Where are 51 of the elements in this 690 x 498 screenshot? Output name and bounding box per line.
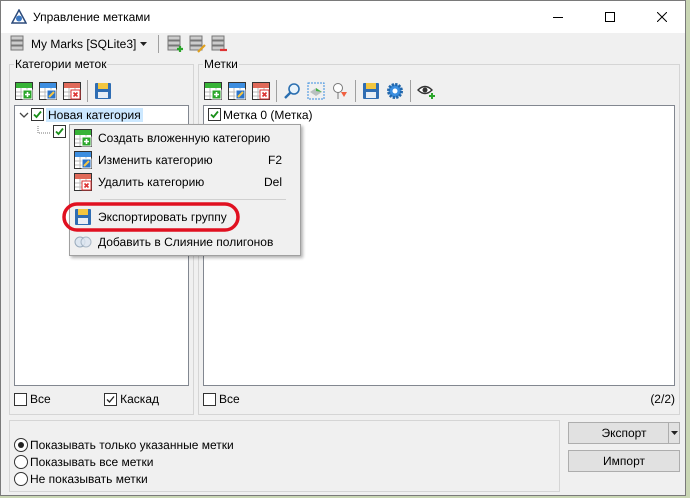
settings-icon[interactable] xyxy=(386,82,404,100)
radio-button[interactable] xyxy=(14,472,28,486)
radio-label: Показывать все метки xyxy=(30,454,154,468)
menu-item[interactable]: Удалить категорию Del xyxy=(70,171,300,193)
edit-mark-icon[interactable] xyxy=(228,82,246,100)
caret-icon[interactable] xyxy=(140,42,148,46)
database-dropdown[interactable]: My Marks [SQLite3] xyxy=(9,35,152,53)
radio-button[interactable] xyxy=(14,454,28,468)
category-label[interactable]: Новая категория xyxy=(46,108,143,122)
checkbox[interactable] xyxy=(208,108,221,121)
edit-category-icon[interactable] xyxy=(39,82,57,100)
remove-database-icon[interactable] xyxy=(210,35,228,53)
checkbox-label: Все xyxy=(219,392,240,406)
mark-count: (2/2) xyxy=(650,392,675,406)
caret-icon[interactable] xyxy=(670,431,678,435)
radio-label: Не показывать метки xyxy=(30,472,148,486)
close-icon[interactable] xyxy=(657,12,667,22)
expand-chevron-icon[interactable] xyxy=(19,110,29,118)
edit-database-icon[interactable] xyxy=(188,35,206,53)
edit-category-icon[interactable] xyxy=(74,151,92,169)
checkbox[interactable] xyxy=(14,392,27,406)
selection-area-icon[interactable] xyxy=(307,82,325,100)
menu-item[interactable]: Изменить категорию F2 xyxy=(70,149,300,171)
add-mark-icon[interactable] xyxy=(204,82,222,100)
search-icon[interactable] xyxy=(283,82,301,100)
mark-label[interactable]: Метка 0 (Метка) xyxy=(223,108,313,122)
export-split-button[interactable]: Экспорт xyxy=(568,422,680,444)
radio-label: Показывать только указанные метки xyxy=(30,438,234,452)
maximize-icon[interactable] xyxy=(605,12,615,22)
import-button[interactable]: Импорт xyxy=(568,450,680,472)
add-database-icon[interactable] xyxy=(166,35,184,53)
checkbox[interactable] xyxy=(203,392,216,406)
delete-category-icon[interactable] xyxy=(63,82,81,100)
checkbox[interactable] xyxy=(53,125,66,138)
add-category-icon[interactable] xyxy=(74,129,92,147)
menu-item[interactable]: Экспортировать группу xyxy=(70,206,300,228)
checkbox[interactable] xyxy=(104,392,118,406)
checkbox[interactable] xyxy=(31,108,44,121)
radio-button[interactable] xyxy=(14,438,28,452)
menu-item[interactable]: Создать вложенную категорию xyxy=(70,127,300,149)
checkbox-label: Все xyxy=(30,392,51,406)
checkbox-label: Каскад xyxy=(120,392,159,406)
group-title: Метки xyxy=(203,57,239,71)
app-logo-icon xyxy=(11,9,27,25)
group-title: Категории меток xyxy=(14,57,108,71)
pin-icon[interactable] xyxy=(331,82,349,100)
window-title: Управление метками xyxy=(33,10,152,24)
delete-category-icon[interactable] xyxy=(74,173,92,191)
delete-mark-icon[interactable] xyxy=(252,82,270,100)
add-category-icon[interactable] xyxy=(15,82,33,100)
menu-item[interactable]: Добавить в Слияние полигонов xyxy=(70,231,300,253)
